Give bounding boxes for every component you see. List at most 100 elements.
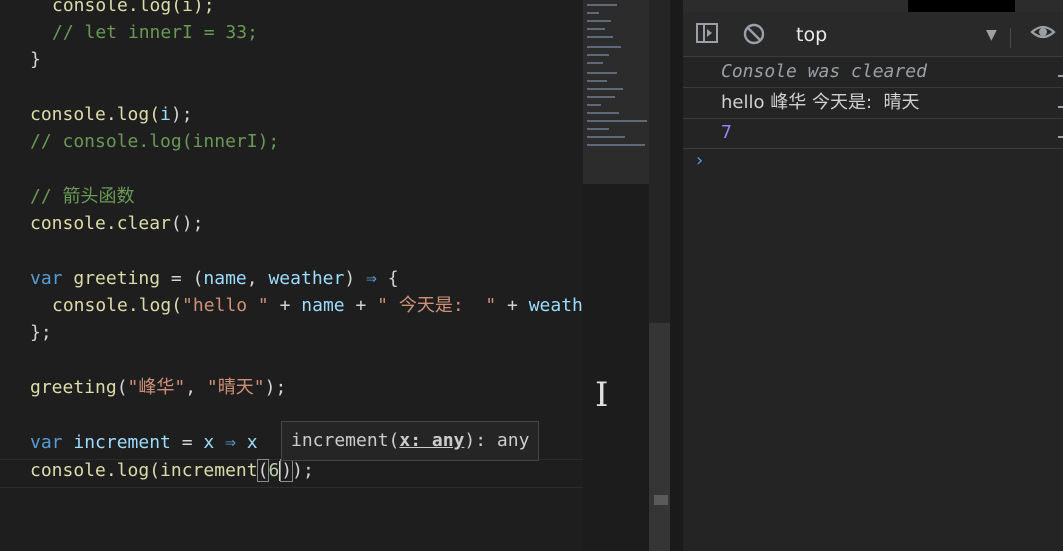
minimap-line bbox=[587, 20, 611, 22]
code-token: .log( bbox=[105, 104, 161, 125]
minimap-line bbox=[587, 112, 619, 114]
code-line-13: console.log(increment(6)); bbox=[30, 457, 314, 484]
code-token: ) bbox=[344, 268, 367, 289]
code-token: ); bbox=[264, 377, 287, 398]
tooltip-suffix: ): any bbox=[464, 430, 530, 451]
tooltip-active-param: x: any bbox=[399, 430, 465, 451]
scrollbar-thumb[interactable] bbox=[649, 323, 670, 551]
code-line-1: console.log(i); bbox=[52, 0, 215, 19]
code-token: name bbox=[203, 268, 247, 289]
minimap[interactable] bbox=[583, 0, 649, 551]
code-token: increment bbox=[73, 432, 171, 453]
code-token: weather bbox=[268, 268, 345, 289]
code-token: "晴天" bbox=[206, 377, 265, 398]
code-line-9: console.log("hello " + name + " 今天是: " +… bbox=[52, 292, 583, 319]
code-token: "hello " bbox=[182, 295, 269, 316]
sidebar-toggle-icon[interactable] bbox=[694, 22, 720, 48]
i-beam-cursor-icon: I bbox=[595, 375, 609, 415]
bracket-match: ( bbox=[256, 459, 270, 482]
code-token: = bbox=[170, 432, 204, 453]
code-editor[interactable]: console.log(i); // let innerI = 33; } co… bbox=[0, 0, 583, 551]
minimap-line bbox=[587, 88, 623, 90]
code-line-11: greeting("峰华", "晴天"); bbox=[30, 374, 286, 401]
code-token: .log(i); bbox=[127, 0, 215, 16]
minimap-line bbox=[587, 46, 621, 48]
console-prompt[interactable]: › bbox=[696, 150, 703, 171]
code-token: 6 bbox=[268, 460, 280, 481]
minimap-line bbox=[587, 72, 617, 74]
source-link[interactable] bbox=[1058, 136, 1063, 138]
code-token: (); bbox=[170, 213, 204, 234]
clear-console-icon[interactable] bbox=[741, 22, 767, 48]
code-token: weath bbox=[528, 295, 583, 316]
code-token: { bbox=[376, 268, 399, 289]
bracket-match: ) bbox=[280, 459, 294, 482]
code-token: .clear bbox=[105, 213, 171, 234]
minimap-line bbox=[587, 12, 599, 14]
code-token: x bbox=[246, 432, 258, 453]
code-token: greeting bbox=[30, 377, 117, 398]
console-message: hello 峰华 今天是: 晴天 bbox=[683, 88, 1063, 119]
code-token: .log( bbox=[105, 460, 161, 481]
code-token: i bbox=[160, 104, 171, 125]
minimap-line bbox=[587, 144, 645, 146]
code-token: " 今天是: " bbox=[377, 295, 497, 316]
signature-help-tooltip: increment(x: any): any bbox=[281, 421, 540, 461]
tab-strip-black-region bbox=[908, 0, 1015, 12]
eye-icon[interactable] bbox=[1030, 21, 1056, 47]
minimap-line bbox=[587, 120, 647, 122]
editor-scrollbar[interactable] bbox=[649, 0, 670, 551]
minimap-line bbox=[587, 28, 605, 30]
code-token: console bbox=[30, 213, 106, 234]
code-line-12: var increment = x ⇒ x bbox=[30, 429, 258, 456]
code-token: = ( bbox=[160, 268, 204, 289]
code-token: ( bbox=[116, 377, 128, 398]
dropdown-arrow-icon[interactable]: ▼ bbox=[986, 22, 997, 48]
code-line-4: console.log(i); bbox=[30, 101, 193, 128]
code-token: + bbox=[268, 295, 302, 316]
minimap-line bbox=[587, 128, 609, 130]
code-line-5: // console.log(innerI); bbox=[30, 131, 280, 152]
tooltip-prefix: increment( bbox=[291, 430, 400, 451]
code-token: console bbox=[30, 104, 106, 125]
code-token: x bbox=[203, 432, 215, 453]
toolbar-divider bbox=[1010, 28, 1011, 48]
code-token: console bbox=[52, 295, 128, 316]
code-token: ); bbox=[292, 460, 314, 481]
console-message-text: Console was cleared bbox=[721, 61, 927, 82]
minimap-line bbox=[587, 36, 613, 38]
source-link[interactable] bbox=[1058, 75, 1063, 77]
code-line-2: // let innerI = 33; bbox=[52, 22, 258, 43]
code-line-8: var greeting = (name, weather) ⇒ { bbox=[30, 265, 399, 292]
code-token: ⇒ bbox=[214, 432, 247, 453]
code-token: var bbox=[30, 432, 63, 453]
code-token: ⇒ bbox=[366, 268, 377, 289]
context-selector[interactable]: top bbox=[796, 22, 827, 48]
console-toolbar: top ▼ bbox=[683, 12, 1063, 57]
scrollbar-marker bbox=[654, 495, 668, 505]
console-message: 7 bbox=[683, 118, 1063, 149]
code-token: greeting bbox=[73, 268, 161, 289]
code-line-3: } bbox=[30, 49, 41, 70]
console-message: Console was cleared bbox=[683, 57, 1063, 88]
code-token: console bbox=[30, 460, 106, 481]
console-message-text: 7 bbox=[721, 122, 732, 143]
minimap-line bbox=[587, 62, 603, 64]
minimap-line bbox=[587, 80, 607, 82]
panel-divider[interactable] bbox=[670, 0, 683, 551]
code-token: var bbox=[30, 268, 63, 289]
console-message-text: hello 峰华 今天是: 晴天 bbox=[721, 92, 920, 113]
devtools-tab-strip bbox=[683, 0, 1063, 12]
minimap-line bbox=[587, 136, 625, 138]
minimap-line bbox=[587, 104, 601, 106]
code-line-10: }; bbox=[30, 322, 52, 343]
minimap-line bbox=[587, 4, 617, 6]
source-link[interactable] bbox=[1058, 106, 1063, 108]
code-token: "峰华" bbox=[127, 377, 186, 398]
minimap-line bbox=[587, 96, 615, 98]
code-token: increment bbox=[160, 460, 258, 481]
code-line-6: // 箭头函数 bbox=[30, 186, 135, 207]
minimap-line bbox=[587, 54, 609, 56]
code-token: + bbox=[344, 295, 378, 316]
code-token: , bbox=[185, 377, 207, 398]
